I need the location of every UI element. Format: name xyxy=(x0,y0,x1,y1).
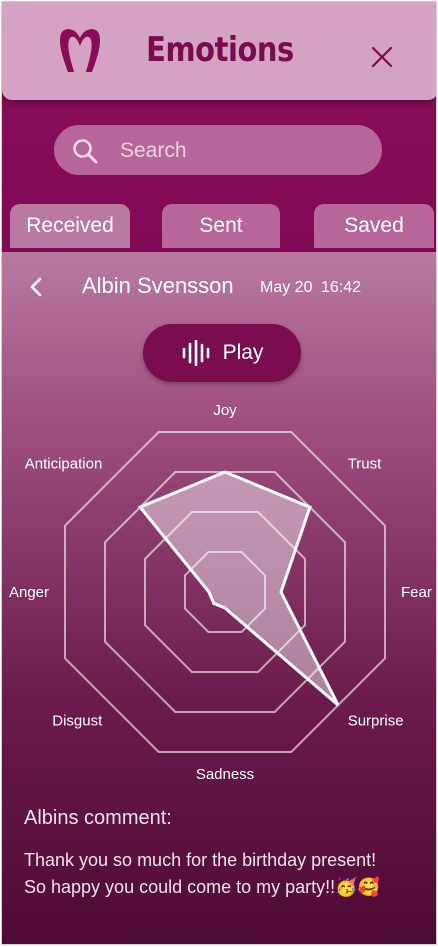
radar-axis-label-anticipation: Anticipation xyxy=(25,455,103,472)
play-button[interactable]: Play xyxy=(143,324,301,382)
search-bar[interactable] xyxy=(54,125,382,177)
radar-axis-label-fear: Fear xyxy=(401,584,432,601)
tab-received[interactable]: Received xyxy=(10,204,130,248)
chevron-left-icon[interactable] xyxy=(26,275,46,299)
sender-name: Albin Svensson xyxy=(82,273,234,298)
close-icon[interactable] xyxy=(370,45,394,69)
radar-axis-label-surprise: Surprise xyxy=(348,713,404,730)
message-date: May 20 xyxy=(260,279,313,296)
emotion-radar-chart: Joy Trust Fear Surprise Sadness Disgust Anger A… xyxy=(9,402,432,783)
radar-axis-label-trust: Trust xyxy=(348,455,382,472)
search-icon xyxy=(73,139,98,164)
tab-sent[interactable]: Sent xyxy=(162,204,280,248)
radar-axis-label-sadness: Sadness xyxy=(196,766,254,783)
radar-axis-label-anger: Anger xyxy=(9,584,49,601)
message-header: Albin Svensson May 20 16:42 xyxy=(2,270,436,306)
top-bar: Emotions xyxy=(2,2,436,100)
message-time: 16:42 xyxy=(321,279,362,296)
comment-title: Albins comment: xyxy=(24,807,172,829)
audio-waveform-icon xyxy=(182,340,209,366)
comment-text-line: Thank you so much for the birthday prese… xyxy=(24,850,377,870)
tab-saved[interactable]: Saved xyxy=(314,204,434,248)
play-label: Play xyxy=(222,341,264,364)
emotion-value-shape xyxy=(137,470,340,707)
radar-axis-label-joy: Joy xyxy=(213,402,237,419)
comment-text-line: So happy you could come to my party!!🥳🥰 xyxy=(24,877,380,897)
radar-axis-label-disgust: Disgust xyxy=(52,713,103,730)
search-input[interactable] xyxy=(118,125,372,177)
page-title: Emotions xyxy=(146,30,294,70)
app-window: Emotions Received Sent Saved Albin Svens… xyxy=(1,1,437,945)
